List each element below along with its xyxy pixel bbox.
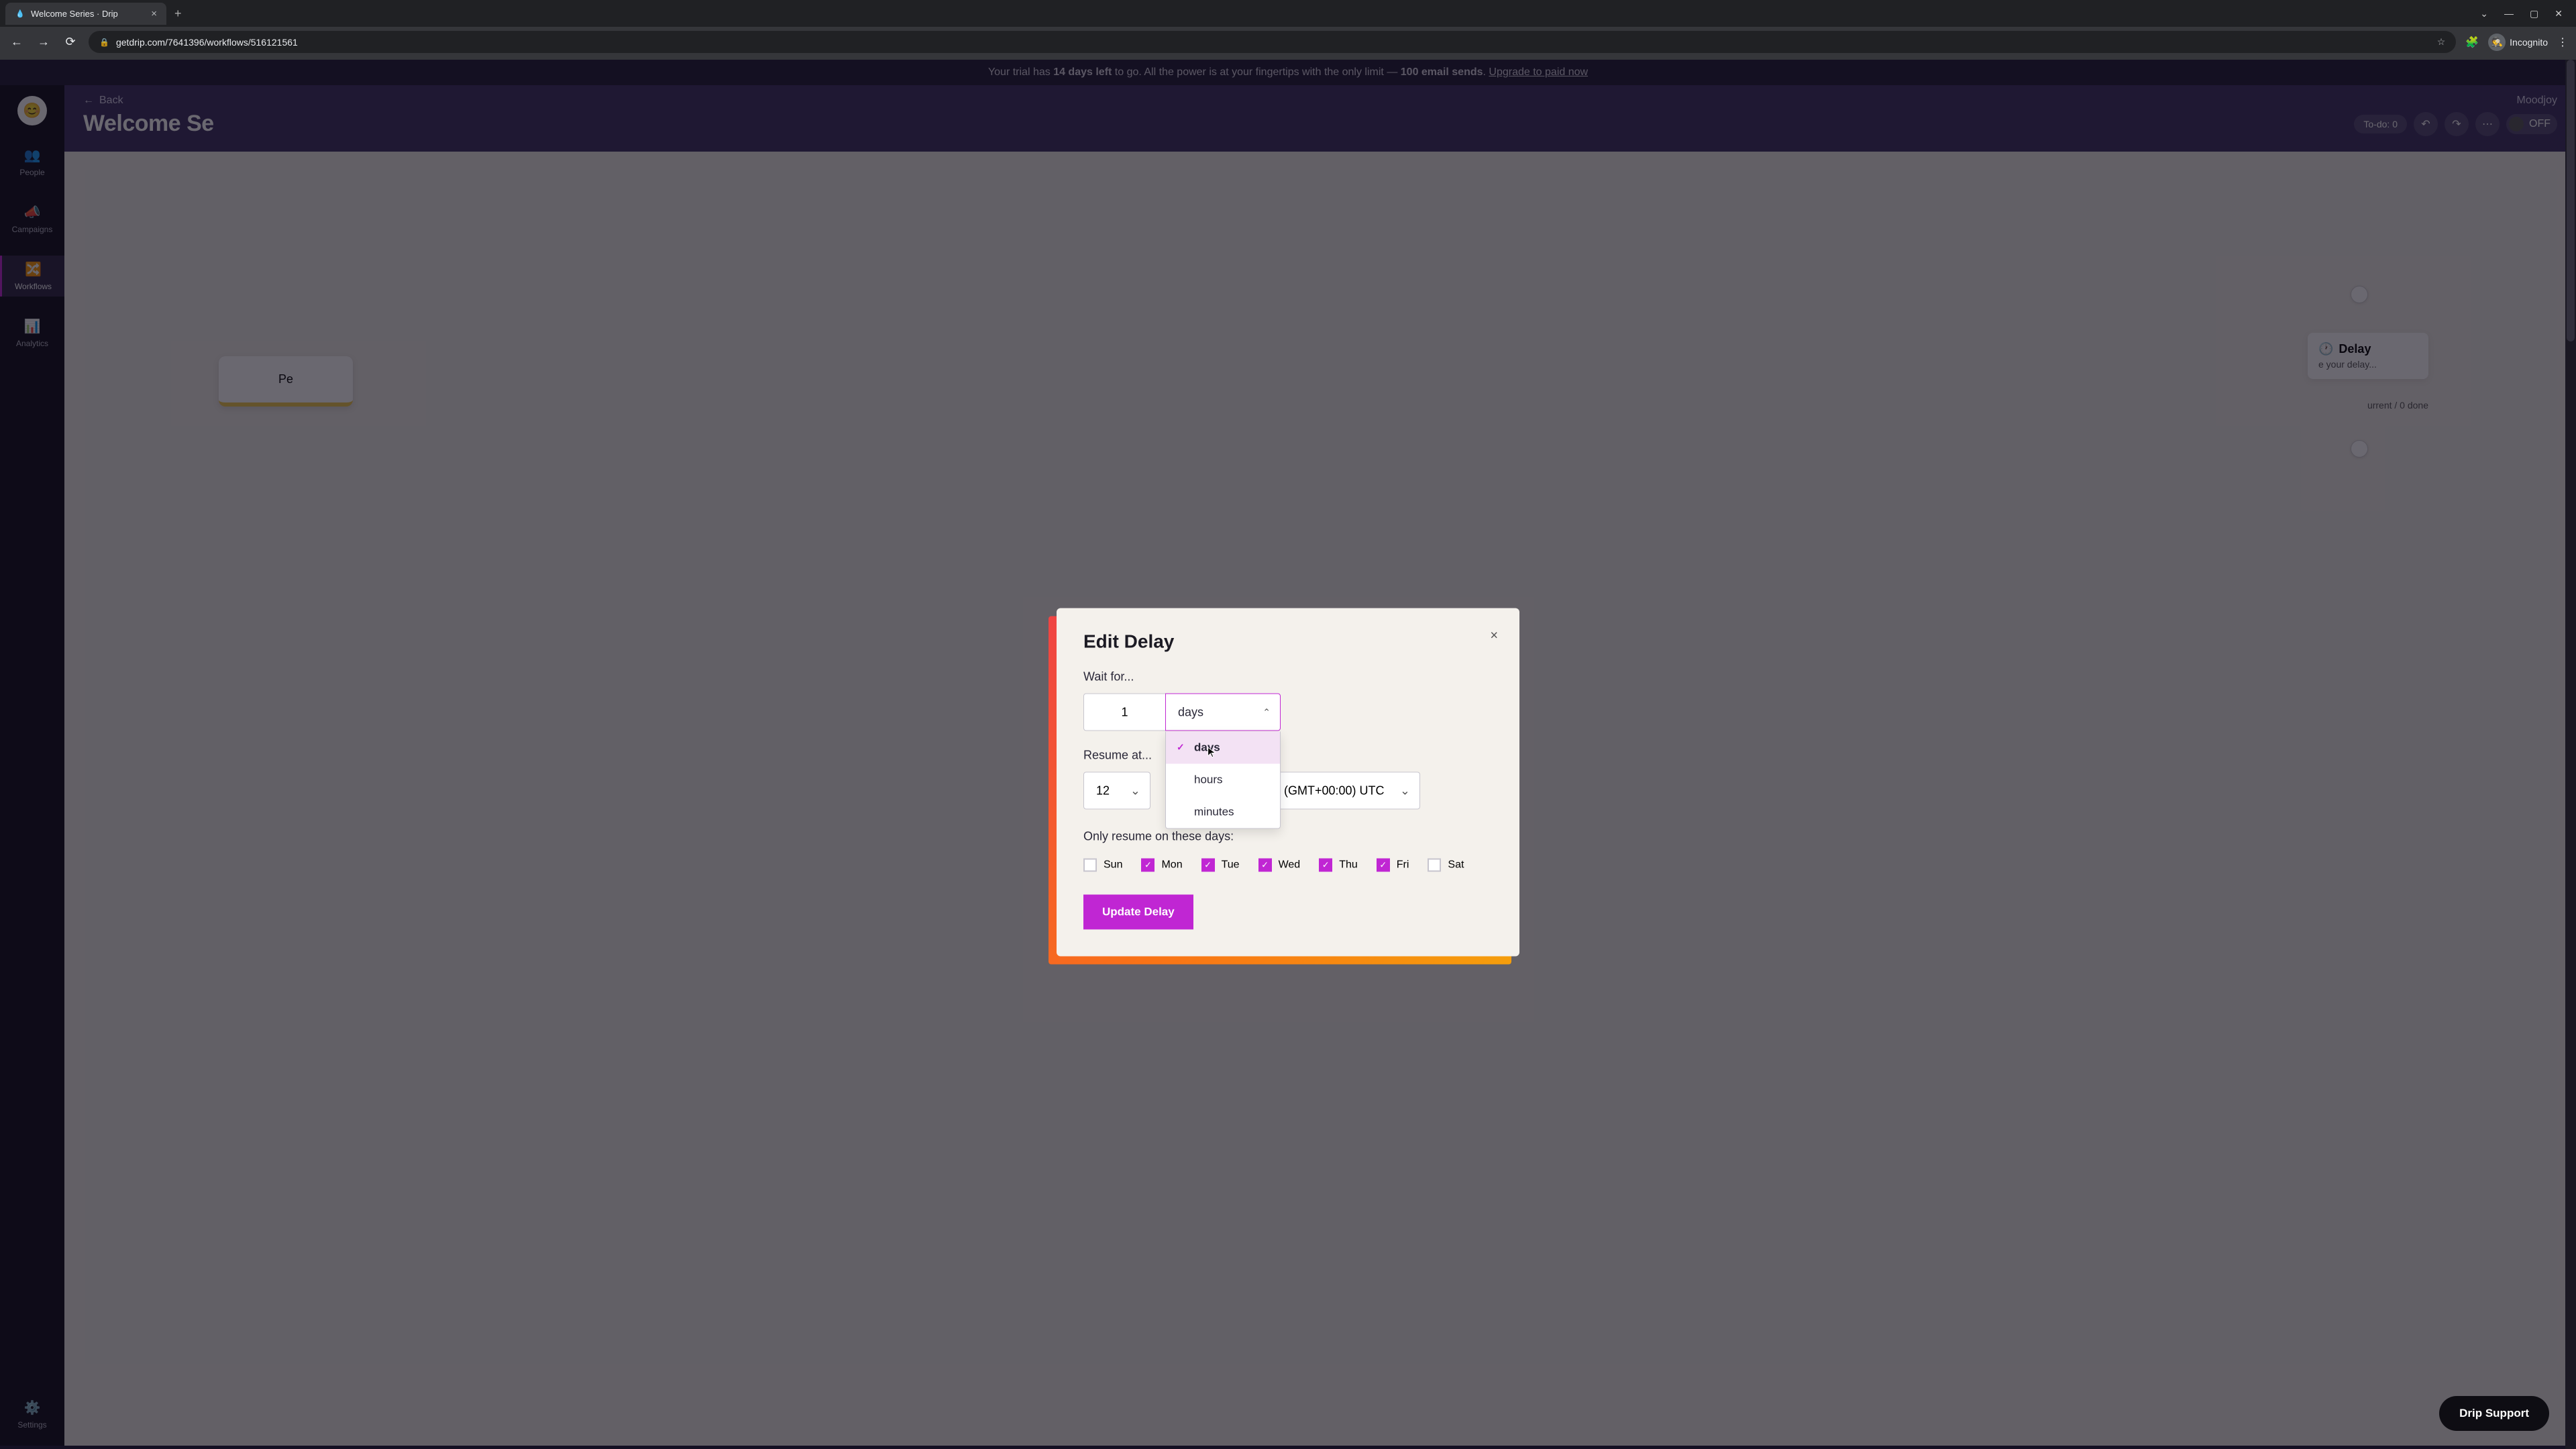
extensions-icon[interactable]: 🧩	[2465, 36, 2479, 49]
resume-hour-select[interactable]: 12 ⌄	[1083, 772, 1150, 810]
browser-toolbar: ← → ⟳ 🔒 getdrip.com/7641396/workflows/51…	[0, 27, 2576, 60]
tab-strip: 💧 Welcome Series · Drip × + ⌄ — ▢ ✕	[0, 0, 2576, 27]
wait-label: Wait for...	[1083, 670, 1493, 684]
app-viewport: Your trial has 14 days left to go. All t…	[0, 60, 2576, 1449]
back-icon[interactable]: ←	[8, 35, 25, 49]
resume-tz-label: (GMT+00:00) UTC	[1284, 784, 1385, 798]
day-thu[interactable]: ✓ Thu	[1319, 859, 1358, 872]
browser-tab[interactable]: 💧 Welcome Series · Drip ×	[5, 3, 166, 25]
browser-chrome: 💧 Welcome Series · Drip × + ⌄ — ▢ ✕ ← → …	[0, 0, 2576, 60]
resume-hour-label: 12	[1096, 784, 1110, 798]
day-label: Tue	[1222, 859, 1240, 871]
chevron-down-icon: ⌄	[1400, 784, 1410, 798]
address-bar[interactable]: 🔒 getdrip.com/7641396/workflows/51612156…	[89, 31, 2456, 53]
window-controls: ⌄ — ▢ ✕	[2480, 8, 2571, 19]
forward-icon[interactable]: →	[35, 35, 52, 49]
checkbox[interactable]	[1083, 859, 1097, 872]
chevron-up-icon: ⌃	[1263, 706, 1271, 718]
update-delay-button[interactable]: Update Delay	[1083, 895, 1193, 930]
only-days-label: Only resume on these days:	[1083, 830, 1493, 844]
bookmark-icon[interactable]: ☆	[2437, 36, 2446, 48]
wait-unit-select[interactable]: days ⌃ days hours minutes	[1165, 694, 1281, 731]
reload-icon[interactable]: ⟳	[62, 35, 79, 49]
resume-timezone-select[interactable]: (GMT+00:00) UTC ⌄	[1271, 772, 1420, 810]
incognito-badge[interactable]: 🕵️ Incognito	[2488, 34, 2548, 51]
days-row: Sun ✓ Mon ✓ Tue ✓ Wed ✓ Thu ✓ Fri Sat	[1083, 859, 1493, 872]
minimize-icon[interactable]: —	[2504, 8, 2514, 19]
day-label: Sat	[1448, 859, 1464, 871]
checkbox[interactable]: ✓	[1258, 859, 1272, 872]
checkbox[interactable]: ✓	[1319, 859, 1332, 872]
edit-delay-modal: Edit Delay × Wait for... days ⌃ days hou…	[1057, 608, 1519, 957]
close-tab-icon[interactable]: ×	[151, 8, 157, 19]
day-label: Wed	[1279, 859, 1301, 871]
unit-option-hours[interactable]: hours	[1166, 764, 1280, 796]
checkbox[interactable]: ✓	[1141, 859, 1155, 872]
chevron-down-icon: ⌄	[1130, 784, 1140, 798]
day-label: Sun	[1104, 859, 1122, 871]
new-tab-button[interactable]: +	[174, 7, 182, 21]
close-window-icon[interactable]: ✕	[2555, 8, 2563, 19]
day-wed[interactable]: ✓ Wed	[1258, 859, 1301, 872]
wait-value-input[interactable]	[1083, 694, 1165, 731]
incognito-label: Incognito	[2510, 37, 2548, 48]
support-button[interactable]: Drip Support	[2439, 1396, 2549, 1431]
day-label: Thu	[1339, 859, 1358, 871]
unit-dropdown: days hours minutes	[1165, 732, 1281, 829]
checkbox[interactable]: ✓	[1201, 859, 1215, 872]
drip-favicon: 💧	[15, 8, 25, 19]
modal-title: Edit Delay	[1083, 631, 1493, 653]
kebab-menu-icon[interactable]: ⋮	[2557, 36, 2568, 49]
unit-selected-label: days	[1178, 705, 1203, 719]
close-modal-button[interactable]: ×	[1490, 629, 1498, 644]
resume-label: Resume at...	[1083, 749, 1493, 763]
url-text: getdrip.com/7641396/workflows/516121561	[116, 37, 298, 48]
lock-icon: 🔒	[99, 38, 109, 47]
day-tue[interactable]: ✓ Tue	[1201, 859, 1240, 872]
day-sun[interactable]: Sun	[1083, 859, 1122, 872]
day-fri[interactable]: ✓ Fri	[1377, 859, 1409, 872]
incognito-icon: 🕵️	[2488, 34, 2506, 51]
unit-option-minutes[interactable]: minutes	[1166, 796, 1280, 828]
checkbox[interactable]	[1428, 859, 1441, 872]
maximize-icon[interactable]: ▢	[2530, 8, 2538, 19]
day-sat[interactable]: Sat	[1428, 859, 1464, 872]
tab-search-icon[interactable]: ⌄	[2480, 8, 2488, 19]
day-label: Fri	[1397, 859, 1409, 871]
day-mon[interactable]: ✓ Mon	[1141, 859, 1182, 872]
checkbox[interactable]: ✓	[1377, 859, 1390, 872]
day-label: Mon	[1161, 859, 1182, 871]
tab-title: Welcome Series · Drip	[31, 9, 118, 19]
modal-wrap: Edit Delay × Wait for... days ⌃ days hou…	[1057, 608, 1519, 957]
unit-option-days[interactable]: days	[1166, 732, 1280, 764]
